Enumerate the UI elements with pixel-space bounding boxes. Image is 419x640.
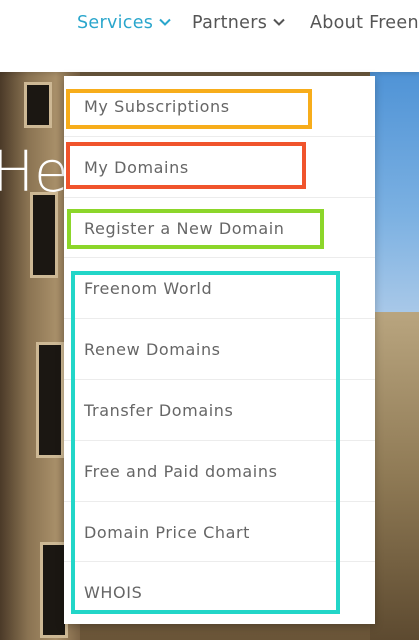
hero-heading: He (0, 140, 69, 205)
menu-item-label: WHOIS (84, 583, 143, 603)
top-navigation: Services Partners About Freen (0, 0, 419, 72)
menu-item-label: My Subscriptions (84, 97, 230, 116)
menu-item-my-subscriptions[interactable]: My Subscriptions (64, 76, 375, 137)
menu-item-domain-price-chart[interactable]: Domain Price Chart (64, 502, 375, 563)
menu-item-my-domains[interactable]: My Domains (64, 137, 375, 198)
building-right (370, 312, 419, 640)
menu-item-label: Transfer Domains (84, 400, 234, 420)
menu-item-free-paid-domains[interactable]: Free and Paid domains (64, 441, 375, 502)
sky (370, 72, 419, 312)
menu-item-label: Domain Price Chart (84, 522, 251, 542)
building-window (24, 82, 52, 128)
menu-item-label: Register a New Domain (84, 218, 285, 238)
nav-partners-label: Partners (192, 13, 268, 33)
chevron-down-icon (158, 15, 172, 29)
menu-item-freenom-world[interactable]: Freenom World (64, 258, 375, 320)
menu-item-whois[interactable]: WHOIS (64, 562, 375, 623)
nav-partners[interactable]: Partners (192, 13, 286, 33)
menu-item-transfer-domains[interactable]: Transfer Domains (64, 380, 375, 441)
nav-services[interactable]: Services (77, 13, 172, 33)
services-dropdown-menu: My Subscriptions My Domains Register a N… (64, 76, 375, 624)
menu-item-label: Renew Domains (84, 340, 221, 360)
menu-item-label: Freenom World (84, 279, 213, 299)
chevron-down-icon (272, 15, 286, 29)
menu-item-register-domain[interactable]: Register a New Domain (64, 198, 375, 259)
menu-item-label: Free and Paid domains (84, 461, 278, 481)
building-window (36, 342, 64, 458)
nav-services-label: Services (77, 13, 154, 33)
menu-item-label: My Domains (84, 157, 189, 177)
menu-item-renew-domains[interactable]: Renew Domains (64, 319, 375, 380)
nav-about-label: About Freen (310, 13, 419, 33)
nav-about[interactable]: About Freen (310, 13, 419, 33)
